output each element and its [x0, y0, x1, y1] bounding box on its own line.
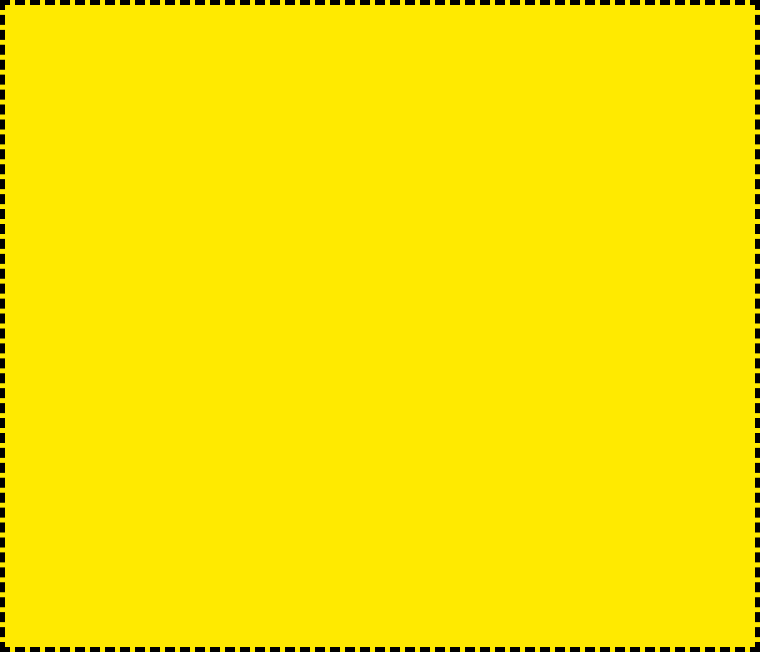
line-number: 4 — [13, 199, 91, 233]
header-right — [673, 18, 733, 62]
token-name: num — [140, 131, 189, 162]
header-bar: 判断回文数.py — [5, 5, 755, 75]
code-content: else: — [91, 199, 747, 233]
token-string: 'yes' — [254, 165, 335, 196]
code-line: 2if num == num[::-1]: — [13, 131, 747, 165]
token-op: = — [140, 97, 189, 128]
token-op — [91, 233, 156, 264]
code-content: if num == num[::-1]: — [91, 131, 747, 165]
line-number: 3 — [13, 165, 91, 199]
token-punct: ] — [384, 131, 400, 162]
output-input-echo: 12321 — [11, 586, 749, 617]
token-string: 'no' — [254, 233, 319, 264]
token-builtin: print — [156, 233, 237, 264]
token-punct: ( — [237, 97, 253, 128]
token-builtin: print — [156, 165, 237, 196]
code-line: 1num = str(raw_input()) — [13, 97, 747, 131]
token-colon: : — [400, 131, 416, 162]
token-punct: ) — [319, 233, 335, 264]
token-builtin: str — [189, 97, 238, 128]
token-num: -1 — [351, 131, 384, 162]
token-keyword: else — [91, 199, 156, 230]
token-op: == — [189, 131, 254, 162]
line-number: 5 — [13, 233, 91, 267]
folder-icon[interactable] — [33, 19, 77, 61]
token-op — [124, 131, 140, 162]
code-line: 3 print('yes') — [13, 165, 747, 199]
file-title: 判断回文数.py — [93, 15, 673, 64]
line-number: 1 — [13, 97, 91, 131]
line-number: 2 — [13, 131, 91, 165]
code-editor[interactable]: 1num = str(raw_input())2if num == num[::… — [5, 75, 755, 577]
code-content: print('no') — [91, 233, 747, 267]
token-name: num — [254, 131, 303, 162]
code-line: 5 print('no') — [13, 233, 747, 267]
token-punct: ( — [237, 165, 253, 196]
token-punct: ( — [237, 233, 253, 264]
header-left — [33, 19, 93, 61]
code-content: num = str(raw_input()) — [91, 97, 747, 131]
token-builtin: raw_input — [254, 97, 400, 128]
code-content: print('yes') — [91, 165, 747, 199]
token-name: num — [91, 97, 140, 128]
token-colon: : — [156, 199, 172, 230]
token-keyword: if — [91, 131, 124, 162]
token-punct: ) — [432, 97, 448, 128]
token-op: :: — [319, 131, 352, 162]
output-result: yes — [11, 617, 749, 641]
output-console[interactable]: 12321 yes — [5, 577, 755, 647]
code-line: 4else: — [13, 199, 747, 233]
token-punct: () — [400, 97, 433, 128]
token-op — [91, 165, 156, 196]
app-window: 判断回文数.py 1num = str(raw_input())2if num … — [5, 5, 755, 647]
token-punct: [ — [302, 131, 318, 162]
close-icon[interactable] — [693, 18, 733, 62]
token-punct: ) — [335, 165, 351, 196]
